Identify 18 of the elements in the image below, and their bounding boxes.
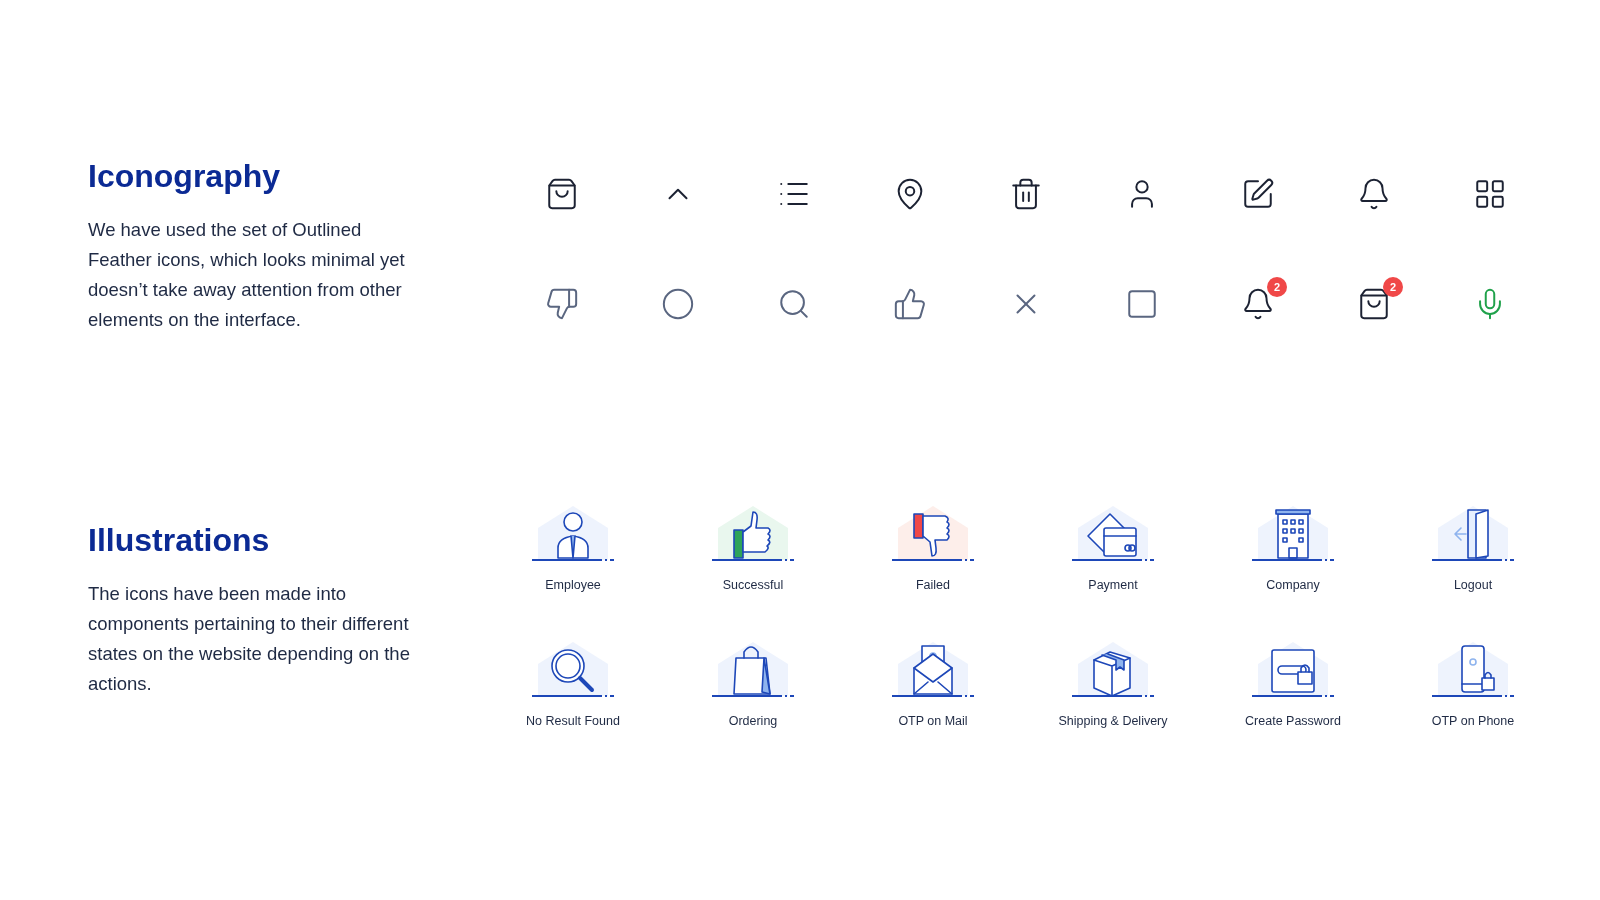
- illustration-label: Successful: [722, 578, 784, 592]
- section-title: Iconography: [88, 158, 281, 195]
- illustration-label: Ordering: [728, 714, 778, 728]
- illustration-label: Employee: [545, 578, 601, 592]
- count-badge: 2: [1267, 277, 1287, 297]
- illustration-label: OTP on Phone: [1431, 714, 1515, 728]
- illustration-label: Payment: [1088, 578, 1138, 592]
- illustration-label: Logout: [1453, 578, 1493, 592]
- count-badge: 2: [1383, 277, 1403, 297]
- section-description: We have used the set of Outlined Feather icons, which looks minimal yet doesn’t take away attention from other elements on the interface.: [88, 218, 406, 332]
- illustration-label: Company: [1266, 578, 1320, 592]
- illustration-label: Create Password: [1245, 714, 1341, 728]
- section-title: Illustrations: [88, 522, 271, 559]
- illustration-label: Shipping & Delivery: [1058, 714, 1168, 728]
- illustration-label: Failed: [915, 578, 950, 592]
- illustration-label: OTP on Mail: [898, 714, 968, 728]
- section-description: The icons have been made into components pertaining to their different states on the website depending on the actions.: [88, 582, 411, 696]
- illustration-label: No Result Found: [526, 714, 620, 728]
